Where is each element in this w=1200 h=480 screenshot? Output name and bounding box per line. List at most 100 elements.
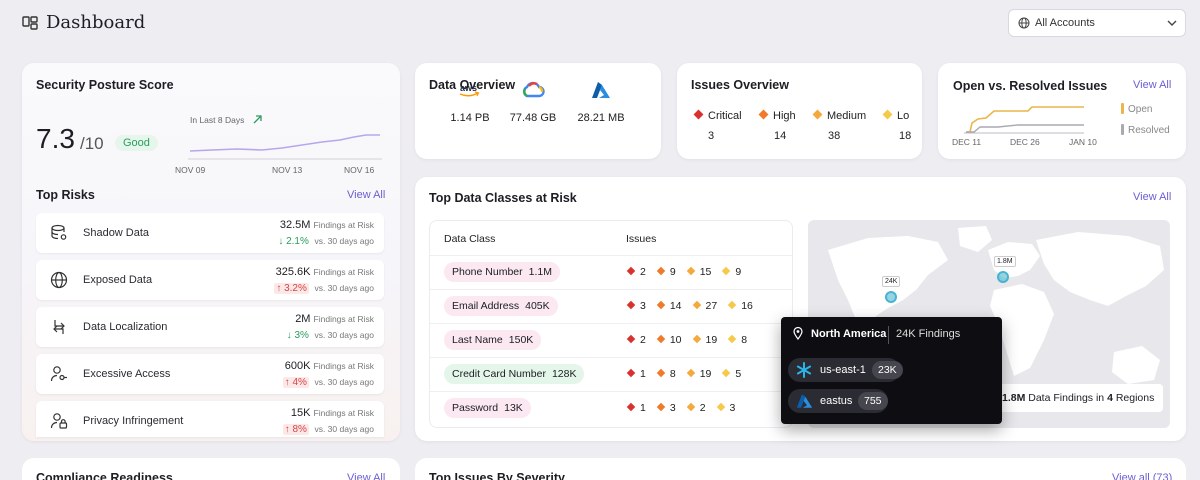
- azure-icon: [796, 394, 813, 408]
- map-region-tooltip: North America 24K Findings us-east-1 23K…: [781, 317, 1002, 424]
- high-diamond-icon: [758, 109, 769, 120]
- tooltip-item-us-east-1[interactable]: us-east-1 23K: [788, 358, 903, 382]
- top-issues-view-all-link[interactable]: View all (73): [1112, 472, 1172, 480]
- severity-high-count: 14: [774, 130, 787, 142]
- tooltip-findings: 24K Findings: [896, 328, 961, 340]
- security-posture-card: Security Posture Score 7.3 /10 Good In L…: [22, 63, 400, 441]
- table-row[interactable]: Phone Number 1.1M 2 9 15 9: [430, 255, 792, 289]
- severity-critical-count: 3: [708, 130, 715, 142]
- gcp-logo-icon: [498, 81, 568, 101]
- posture-score-denominator: /10: [80, 134, 104, 153]
- table-row[interactable]: Email Address 405K 3 14 27 16: [430, 289, 792, 323]
- risk-value: 15K Findings at Risk: [290, 407, 374, 419]
- critical-diamond-icon: [693, 109, 704, 120]
- open-resolved-chart: [964, 106, 1084, 134]
- tooltip-item-count: 23K: [872, 361, 903, 379]
- user-key-icon: [50, 366, 67, 382]
- data-volume-azure: 28.21 MB: [577, 112, 625, 124]
- issue-counts: 2 10 19 8: [626, 334, 747, 346]
- risk-name: Exposed Data: [83, 274, 153, 286]
- data-class-pill: Email Address 405K: [444, 296, 558, 316]
- data-classes-view-all-link[interactable]: View All: [1133, 191, 1171, 203]
- accounts-dropdown-label: All Accounts: [1035, 17, 1095, 29]
- tooltip-divider: [888, 326, 889, 344]
- risk-name: Data Localization: [83, 321, 168, 333]
- risk-name: Excessive Access: [83, 368, 171, 380]
- tooltip-item-count: 755: [858, 392, 888, 410]
- posture-status-badge: Good: [115, 135, 158, 151]
- low-diamond-icon: [882, 109, 893, 120]
- snowflake-icon: [796, 362, 812, 378]
- risk-value: 325.6K Findings at Risk: [275, 266, 374, 278]
- tooltip-item-name: us-east-1: [820, 364, 866, 376]
- location-pin-icon: [793, 327, 803, 340]
- table-row[interactable]: Password 13K 1323: [430, 391, 792, 425]
- data-class-pill: Password 13K: [444, 398, 531, 418]
- issue-counts: 1 8 19 5: [626, 368, 741, 380]
- top-issues-severity-card: Top Issues By Severity View all (73): [415, 458, 1186, 480]
- compliance-view-all-link[interactable]: View All: [347, 472, 385, 480]
- top-risks-view-all-link[interactable]: View All: [347, 189, 385, 201]
- column-header-data-class: Data Class: [444, 233, 496, 245]
- azure-logo-icon: [566, 81, 636, 101]
- risk-row-excessive-access[interactable]: Excessive Access 600K Findings at Risk ↑…: [36, 354, 384, 394]
- compliance-readiness-card: Compliance Readiness View All: [22, 458, 400, 480]
- dashboard-icon: [22, 16, 38, 30]
- severity-high-label: High: [758, 109, 796, 122]
- open-resolved-title: Open vs. Resolved Issues: [953, 79, 1108, 93]
- map-marker-north-america[interactable]: [885, 291, 897, 303]
- arrow-up-icon: ↑: [276, 283, 282, 294]
- risk-value: 32.5M Findings at Risk: [279, 219, 374, 231]
- risk-row-data-localization[interactable]: Data Localization 2M Findings at Risk ↓ …: [36, 307, 384, 347]
- database-eye-icon: [51, 224, 67, 240]
- top-issues-title: Top Issues By Severity: [429, 471, 565, 480]
- severity-critical-label: Critical: [693, 109, 742, 122]
- open-resolved-x-label: DEC 26: [1010, 137, 1040, 147]
- page-title: Dashboard: [46, 12, 146, 33]
- risk-name: Privacy Infringement: [83, 415, 184, 427]
- aws-logo-icon: aws: [435, 81, 505, 101]
- severity-medium-count: 38: [828, 130, 841, 142]
- severity-medium-label: Medium: [812, 109, 866, 122]
- svg-text:aws: aws: [460, 83, 477, 93]
- open-resolved-x-label: JAN 10: [1069, 137, 1097, 147]
- legend-open: Open: [1121, 103, 1152, 115]
- compliance-title: Compliance Readiness: [36, 471, 173, 480]
- risk-row-privacy-infringement[interactable]: Privacy Infringement 15K Findings at Ris…: [36, 401, 384, 437]
- risk-value: 2M Findings at Risk: [295, 313, 374, 325]
- top-risks-title: Top Risks: [36, 188, 95, 202]
- posture-x-label: NOV 13: [272, 165, 303, 175]
- posture-x-label: NOV 09: [175, 165, 206, 175]
- column-header-issues: Issues: [626, 233, 657, 245]
- data-volume-gcp: 77.48 GB: [509, 112, 557, 124]
- data-class-pill: Last Name 150K: [444, 330, 542, 350]
- tooltip-region-name: North America: [811, 328, 887, 340]
- risk-row-shadow-data[interactable]: Shadow Data 32.5M Findings at Risk ↓ 2.1…: [36, 213, 384, 253]
- severity-low-label: Lo: [882, 109, 909, 122]
- data-volume-aws: 1.14 PB: [450, 112, 490, 124]
- table-row[interactable]: Credit Card Number 128K 1 8 19 5: [430, 357, 792, 391]
- open-resolved-view-all-link[interactable]: View All: [1133, 79, 1171, 91]
- arrow-up-icon: ↑: [284, 377, 290, 388]
- issues-overview-title: Issues Overview: [691, 78, 789, 92]
- table-row[interactable]: Last Name 150K 2 10 19 8: [430, 323, 792, 357]
- data-class-pill: Credit Card Number 128K: [444, 364, 585, 384]
- globe-icon: [1018, 17, 1030, 29]
- posture-x-label: NOV 16: [344, 165, 375, 175]
- tooltip-item-eastus[interactable]: eastus 755: [788, 389, 888, 413]
- risk-change-up: ↑ 8%: [282, 424, 309, 435]
- issues-overview-card: Issues Overview Critical 3 High 14 Mediu…: [677, 63, 922, 159]
- map-findings-summary: 1.8M Data Findings in 4 Regions: [998, 384, 1163, 412]
- risk-change-down: ↓ 2.1%: [278, 236, 309, 247]
- accounts-dropdown[interactable]: All Accounts: [1008, 9, 1186, 37]
- risk-change-down: ↓ 3%: [286, 330, 309, 341]
- issue-counts: 2 9 15 9: [626, 266, 741, 278]
- data-overview-card: Data Overview aws 1.14 PB 77.48 GB 28.21…: [415, 63, 661, 159]
- open-resolved-card: Open vs. Resolved Issues View All DEC 11…: [938, 63, 1186, 159]
- arrow-down-icon: ↓: [286, 330, 292, 341]
- issue-counts: 3 14 27 16: [626, 300, 753, 312]
- risk-row-exposed-data[interactable]: Exposed Data 325.6K Findings at Risk ↑ 3…: [36, 260, 384, 300]
- map-marker-europe[interactable]: [997, 271, 1009, 283]
- arrow-down-icon: ↓: [278, 236, 284, 247]
- user-lock-icon: [50, 413, 68, 429]
